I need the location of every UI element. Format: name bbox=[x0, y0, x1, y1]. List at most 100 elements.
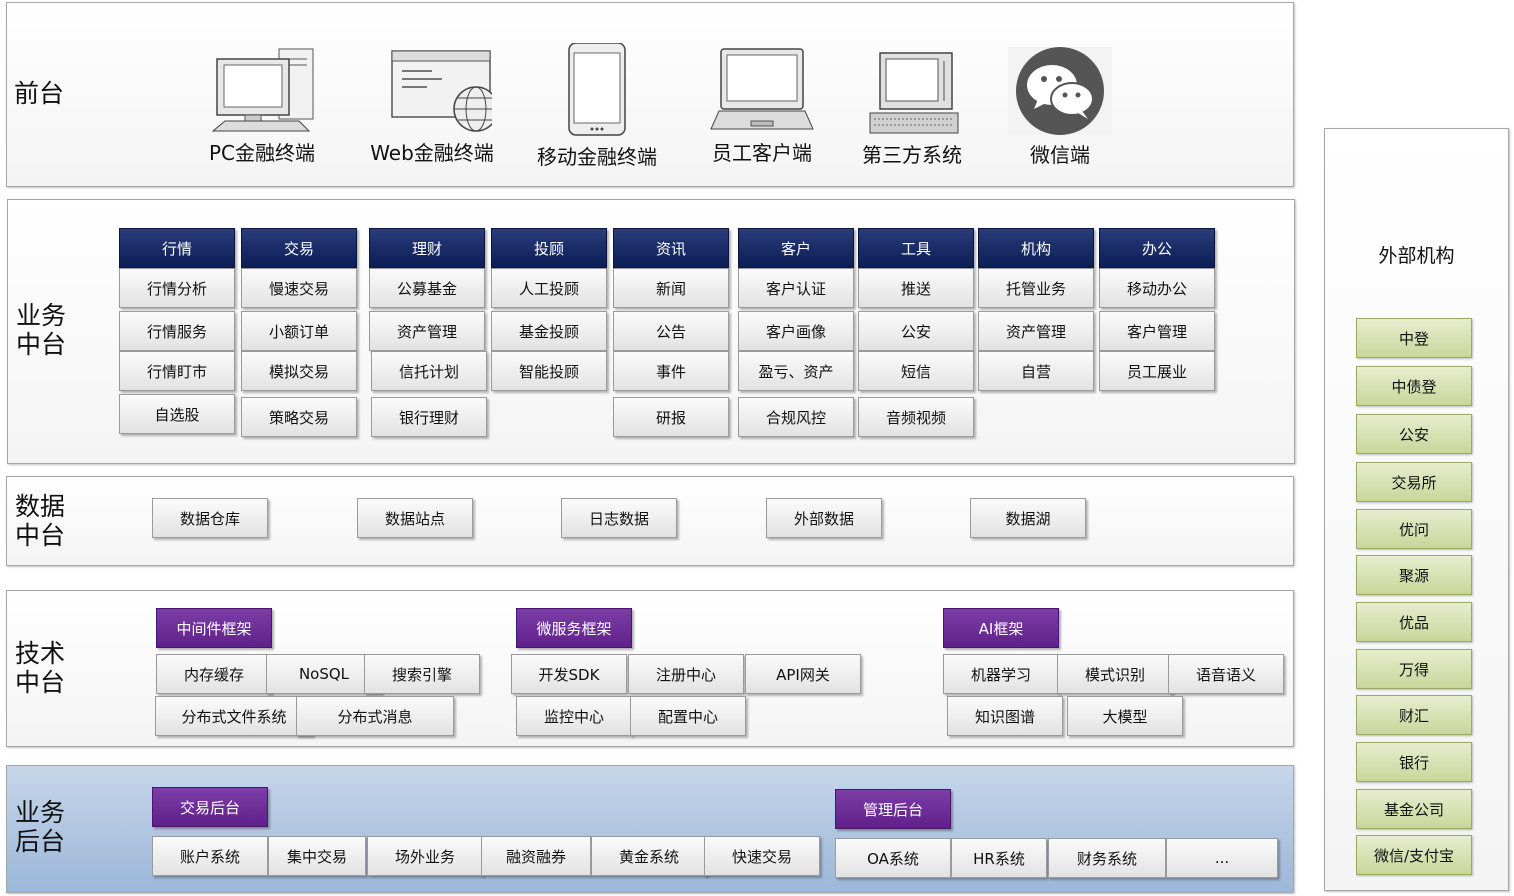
biz-item[interactable]: 银行理财 bbox=[371, 397, 487, 437]
biz-item[interactable]: 基金投顾 bbox=[491, 311, 607, 351]
tech-item[interactable]: 机器学习 bbox=[943, 654, 1059, 694]
biz-item[interactable]: 资产管理 bbox=[978, 311, 1094, 351]
biz-item[interactable]: 移动办公 bbox=[1099, 268, 1215, 308]
external-item[interactable]: 优问 bbox=[1356, 509, 1472, 549]
data-item[interactable]: 数据湖 bbox=[970, 498, 1086, 538]
terminal-web: Web金融终端 bbox=[357, 43, 507, 166]
tech-item[interactable]: 语音语义 bbox=[1168, 654, 1284, 694]
terminal-label: 微信端 bbox=[1030, 143, 1090, 167]
tech-item[interactable]: 模式识别 bbox=[1057, 654, 1173, 694]
backend-item[interactable]: HR系统 bbox=[951, 838, 1047, 878]
tech-item[interactable]: 大模型 bbox=[1067, 696, 1183, 736]
data-item[interactable]: 日志数据 bbox=[561, 498, 677, 538]
laptop-icon bbox=[710, 48, 814, 130]
col-header-office: 办公 bbox=[1099, 228, 1215, 268]
backend-item[interactable]: 集中交易 bbox=[268, 836, 366, 876]
tech-item[interactable]: 分布式文件系统 bbox=[155, 696, 313, 736]
biz-item[interactable]: 客户画像 bbox=[738, 311, 854, 351]
terminal-label: PC金融终端 bbox=[208, 141, 316, 165]
biz-item[interactable]: 资产管理 bbox=[369, 311, 485, 351]
tech-item[interactable]: 搜索引擎 bbox=[364, 654, 480, 694]
business-mid-layer-title: 业务 中台 bbox=[16, 301, 67, 359]
external-item[interactable]: 财汇 bbox=[1356, 695, 1472, 735]
external-item[interactable]: 万得 bbox=[1356, 649, 1472, 689]
terminal-label: 员工客户端 bbox=[712, 141, 812, 165]
biz-item[interactable]: 人工投顾 bbox=[491, 268, 607, 308]
backend-item[interactable]: OA系统 bbox=[835, 838, 951, 878]
biz-item[interactable]: 行情分析 bbox=[119, 268, 235, 308]
backend-item[interactable]: 快速交易 bbox=[704, 836, 820, 876]
biz-item[interactable]: 公告 bbox=[613, 311, 729, 351]
biz-item[interactable]: 模拟交易 bbox=[241, 351, 357, 391]
biz-item[interactable]: 公募基金 bbox=[369, 268, 485, 308]
tech-item[interactable]: 注册中心 bbox=[628, 654, 744, 694]
col-header-market: 行情 bbox=[119, 228, 235, 268]
biz-item[interactable]: 策略交易 bbox=[241, 397, 357, 437]
terminal-pc: PC金融终端 bbox=[187, 43, 337, 166]
external-item[interactable]: 中债登 bbox=[1356, 366, 1472, 406]
biz-item[interactable]: 客户管理 bbox=[1099, 311, 1215, 351]
tech-item[interactable]: 监控中心 bbox=[516, 696, 632, 736]
external-item[interactable]: 微信/支付宝 bbox=[1356, 835, 1472, 875]
col-header-advisory: 投顾 bbox=[491, 228, 607, 268]
external-item[interactable]: 交易所 bbox=[1356, 462, 1472, 502]
backend-item[interactable]: 账户系统 bbox=[152, 836, 268, 876]
tech-item[interactable]: 知识图谱 bbox=[947, 696, 1063, 736]
biz-item[interactable]: 慢速交易 bbox=[241, 268, 357, 308]
external-item[interactable]: 银行 bbox=[1356, 742, 1472, 782]
terminal-icon bbox=[869, 52, 959, 134]
tech-item[interactable]: 内存缓存 bbox=[156, 654, 272, 694]
back-layer-title: 业务 后台 bbox=[15, 798, 66, 856]
terminal-wechat: 微信端 bbox=[985, 47, 1135, 168]
pc-icon bbox=[211, 48, 314, 132]
data-item[interactable]: 外部数据 bbox=[766, 498, 882, 538]
biz-item[interactable]: 事件 bbox=[613, 351, 729, 391]
front-layer: 前台 PC金融终端 Web金融终端 移动金融终端 员工客户端 第三方系统 微信端 bbox=[6, 2, 1294, 187]
front-layer-title: 前台 bbox=[14, 79, 65, 108]
biz-item[interactable]: 新闻 bbox=[613, 268, 729, 308]
data-item[interactable]: 数据站点 bbox=[357, 498, 473, 538]
external-item[interactable]: 优品 bbox=[1356, 602, 1472, 642]
terminal-third-party: 第三方系统 bbox=[837, 43, 987, 168]
external-item[interactable]: 聚源 bbox=[1356, 555, 1472, 595]
col-header-news: 资讯 bbox=[613, 228, 729, 268]
terminal-label: Web金融终端 bbox=[370, 141, 494, 165]
biz-item[interactable]: 客户认证 bbox=[738, 268, 854, 308]
biz-item[interactable]: 音频视频 bbox=[858, 397, 974, 437]
tech-item[interactable]: 分布式消息 bbox=[296, 696, 454, 736]
biz-item[interactable]: 合规风控 bbox=[738, 397, 854, 437]
backend-item[interactable]: 财务系统 bbox=[1048, 838, 1166, 878]
biz-item[interactable]: 自营 bbox=[978, 351, 1094, 391]
data-mid-layer-title: 数据 中台 bbox=[15, 492, 66, 550]
terminal-mobile: 移动金融终端 bbox=[522, 43, 672, 170]
external-item[interactable]: 公安 bbox=[1356, 414, 1472, 454]
biz-item[interactable]: 短信 bbox=[858, 351, 974, 391]
backend-item[interactable]: ... bbox=[1166, 838, 1278, 878]
biz-item[interactable]: 盈亏、资产 bbox=[738, 351, 854, 391]
external-item[interactable]: 基金公司 bbox=[1356, 789, 1472, 829]
wechat-icon bbox=[1008, 47, 1112, 135]
biz-item[interactable]: 推送 bbox=[858, 268, 974, 308]
biz-item[interactable]: 托管业务 bbox=[978, 268, 1094, 308]
tech-item[interactable]: API网关 bbox=[745, 654, 861, 694]
tech-item[interactable]: 开发SDK bbox=[511, 654, 627, 694]
biz-item[interactable]: 公安 bbox=[858, 311, 974, 351]
backend-item[interactable]: 黄金系统 bbox=[591, 836, 707, 876]
biz-item[interactable]: 行情盯市 bbox=[119, 351, 235, 391]
biz-item[interactable]: 智能投顾 bbox=[491, 351, 607, 391]
data-item[interactable]: 数据仓库 bbox=[152, 498, 268, 538]
biz-item[interactable]: 行情服务 bbox=[119, 311, 235, 351]
external-item[interactable]: 中登 bbox=[1356, 318, 1472, 358]
tech-item[interactable]: 配置中心 bbox=[630, 696, 746, 736]
terminal-label: 第三方系统 bbox=[862, 143, 962, 167]
biz-item[interactable]: 研报 bbox=[613, 397, 729, 437]
col-header-tools: 工具 bbox=[858, 228, 974, 268]
framework-header-microservice: 微服务框架 bbox=[516, 608, 632, 648]
backend-item[interactable]: 场外业务 bbox=[367, 836, 483, 876]
biz-item[interactable]: 小额订单 bbox=[241, 311, 357, 351]
biz-item[interactable]: 员工展业 bbox=[1099, 351, 1215, 391]
biz-item[interactable]: 信托计划 bbox=[371, 351, 487, 391]
col-header-wealth: 理财 bbox=[369, 228, 485, 268]
biz-item[interactable]: 自选股 bbox=[119, 394, 235, 434]
backend-item[interactable]: 融资融券 bbox=[481, 836, 591, 876]
